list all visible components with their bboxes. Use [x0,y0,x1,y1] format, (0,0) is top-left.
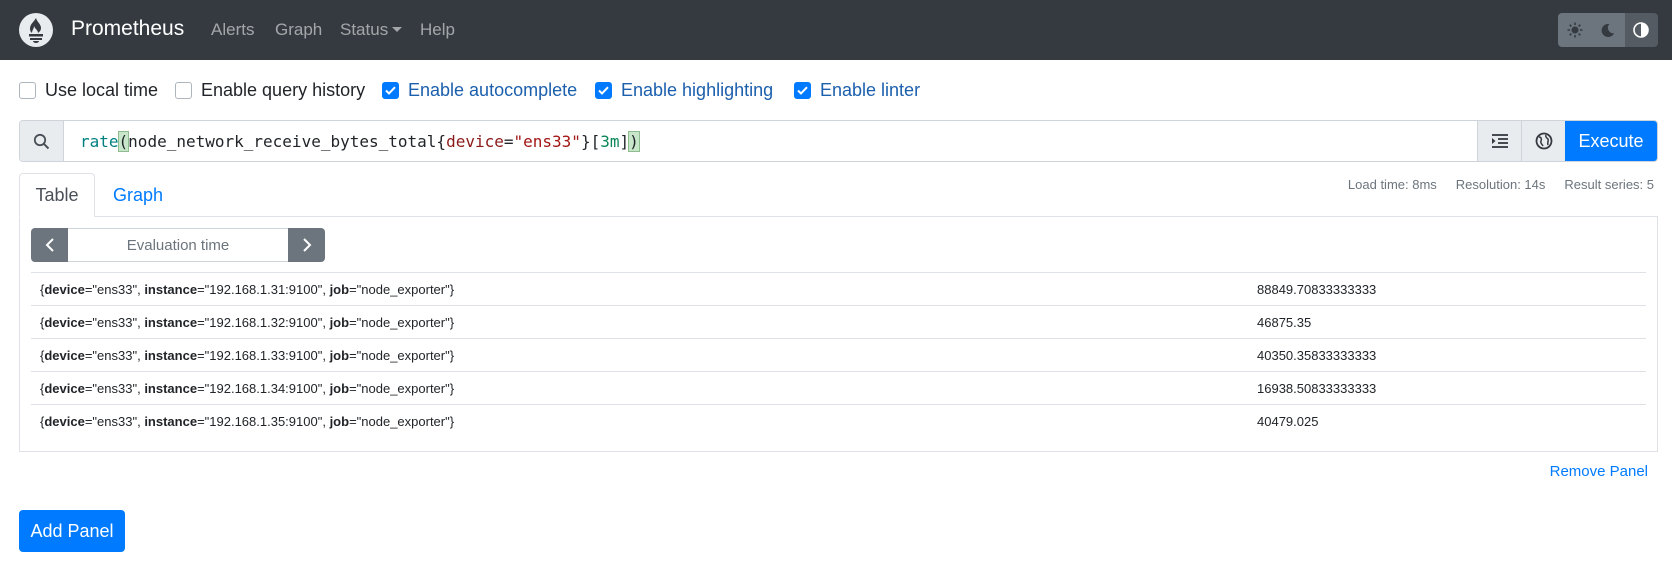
nav-link-help[interactable]: Help [420,20,455,40]
navbar: Prometheus Alerts Graph Status Help [0,0,1672,60]
option-label: Enable highlighting [621,80,774,100]
chevron-down-icon [392,27,403,32]
table-row: {device="ens33", instance="192.168.1.35:… [31,404,1646,437]
series-value: 40479.025 [1257,413,1319,429]
evaluation-time-picker: Evaluation time [31,228,325,262]
execute-button[interactable]: Execute [1565,121,1657,161]
table-row: {device="ens33", instance="192.168.1.31:… [31,272,1646,305]
option-use-local-time[interactable]: Use local time [19,80,158,101]
table-row: {device="ens33", instance="192.168.1.32:… [31,305,1646,338]
load-time: Load time: 8ms [1347,177,1437,192]
option-enable-autocomplete[interactable]: Enable autocomplete [382,80,577,101]
checkbox-use-local-time[interactable] [19,82,36,99]
search-addon [20,121,64,161]
remove-panel-link[interactable]: Remove Panel [1550,463,1648,480]
series-value: 88849.70833333333 [1257,281,1377,297]
checkbox-enable-query-history[interactable] [175,82,192,99]
checkbox-enable-linter[interactable] [794,82,811,99]
query-metric: node_network_receive_bytes_total [128,131,437,151]
nav-link-status-label: Status [340,20,389,39]
nav-link-graph[interactable]: Graph [275,20,322,40]
checkbox-enable-autocomplete[interactable] [382,82,399,99]
tab-table[interactable]: Table [19,173,95,217]
add-panel-button[interactable]: Add Panel [19,510,125,552]
moon-icon [1602,23,1615,37]
query-brace-open: { [436,131,447,151]
brand-name[interactable]: Prometheus [71,17,184,41]
series-labels: {device="ens33", instance="192.168.1.33:… [40,347,455,363]
series-labels: {device="ens33", instance="192.168.1.34:… [40,380,455,396]
query-duration: 3m [600,131,620,151]
eval-time-forward-button[interactable] [288,228,325,262]
nav-link-status[interactable]: Status [340,20,403,40]
query-paren-open: ( [117,130,130,152]
query-panel: Evaluation time {device="ens33", instanc… [19,216,1658,452]
option-enable-query-history[interactable]: Enable query history [175,80,365,101]
evaluation-time-input[interactable]: Evaluation time [68,228,288,262]
sun-icon [1567,22,1583,38]
theme-dark-button[interactable] [1591,13,1625,47]
query-function: rate [80,131,119,151]
resolution: Resolution: 14s [1455,177,1546,192]
check-icon [797,86,808,95]
option-label: Enable linter [820,80,921,100]
prometheus-logo-icon[interactable] [19,13,53,47]
query-brace-close: } [580,131,591,151]
option-label: Enable autocomplete [408,80,578,100]
result-table: {device="ens33", instance="192.168.1.31:… [31,272,1646,437]
eval-time-back-button[interactable] [31,228,68,262]
option-enable-highlighting[interactable]: Enable highlighting [595,80,773,101]
indent-icon [1491,134,1508,148]
format-query-button[interactable] [1477,121,1521,161]
series-labels: {device="ens33", instance="192.168.1.35:… [40,413,455,429]
globe-icon [1535,132,1552,150]
query-range-open: [ [590,131,601,151]
metrics-explorer-button[interactable] [1521,121,1565,161]
contrast-icon [1633,22,1650,38]
series-value: 46875.35 [1257,314,1312,330]
theme-auto-button[interactable] [1624,13,1658,47]
query-label-name: device [446,131,504,151]
series-labels: {device="ens33", instance="192.168.1.31:… [40,281,455,297]
query-stats: Load time: 8ms Resolution: 14s Result se… [1348,177,1654,192]
nav-link-alerts[interactable]: Alerts [211,20,254,40]
option-label: Use local time [45,80,159,100]
query-label-value: "ens33" [513,131,581,151]
table-row: {device="ens33", instance="192.168.1.33:… [31,338,1646,371]
chevron-left-icon [45,238,54,252]
series-value: 40350.35833333333 [1257,347,1377,363]
tab-graph[interactable]: Graph [97,173,179,217]
checkbox-enable-highlighting[interactable] [595,82,612,99]
theme-light-button[interactable] [1558,13,1592,47]
theme-toggle-group [1558,13,1658,47]
result-series: Result series: 5 [1564,177,1654,192]
option-enable-linter[interactable]: Enable linter [794,80,920,101]
chevron-right-icon [302,238,311,252]
check-icon [598,86,609,95]
query-eq: = [503,131,514,151]
option-label: Enable query history [201,80,366,100]
query-bar: rate(node_network_receive_bytes_total{de… [19,120,1658,162]
query-paren-close: ) [628,130,640,152]
search-icon [33,133,50,149]
series-value: 16938.50833333333 [1257,380,1377,396]
table-row: {device="ens33", instance="192.168.1.34:… [31,371,1646,404]
check-icon [385,86,396,95]
query-input[interactable]: rate(node_network_receive_bytes_total{de… [64,121,1477,161]
query-range-close: ] [619,131,630,151]
series-labels: {device="ens33", instance="192.168.1.32:… [40,314,455,330]
